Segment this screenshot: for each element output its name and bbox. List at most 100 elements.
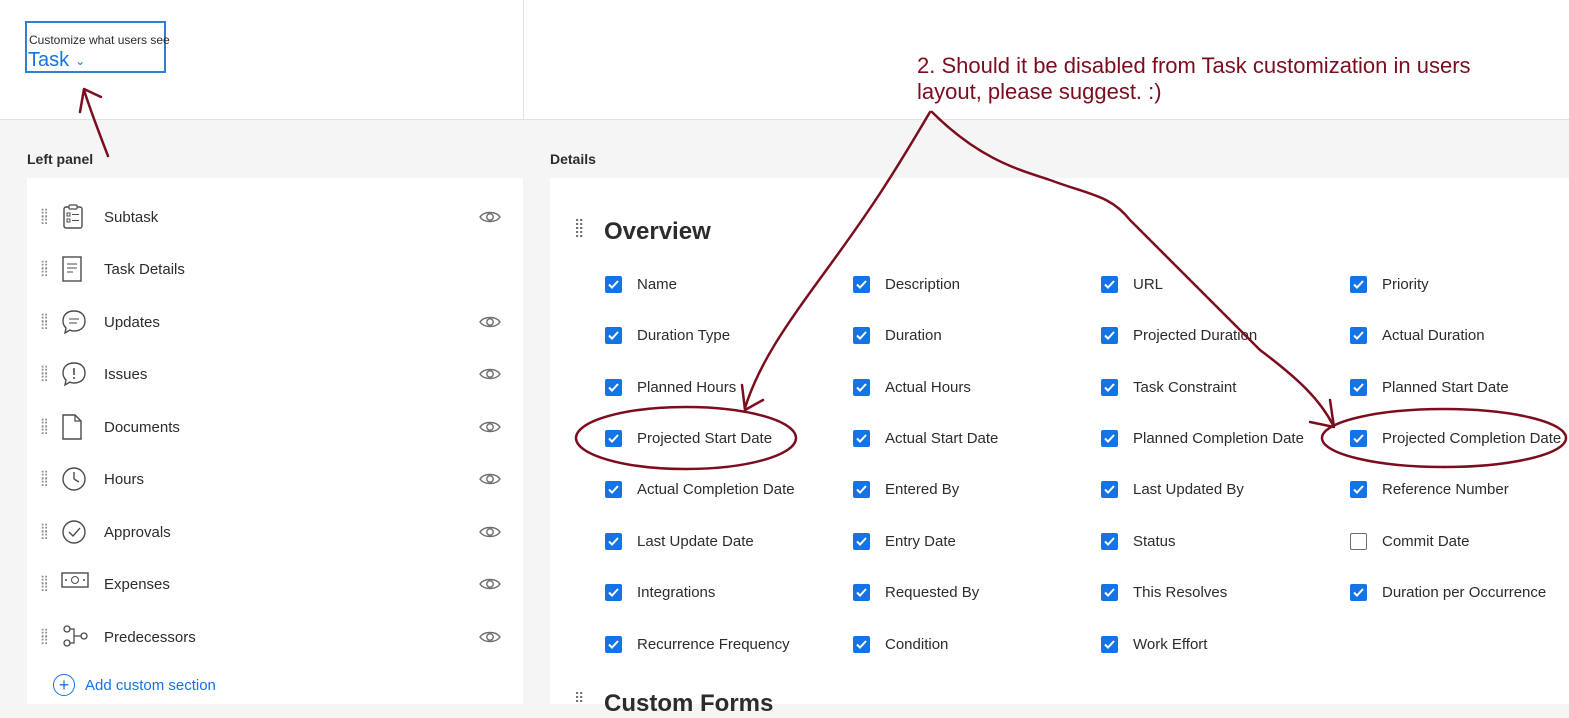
eye-icon[interactable] bbox=[479, 629, 501, 645]
left-panel-item-label: Documents bbox=[104, 419, 180, 436]
checkbox-checked[interactable] bbox=[853, 636, 870, 653]
checkbox-checked[interactable] bbox=[605, 379, 622, 396]
checkbox-checked[interactable] bbox=[853, 379, 870, 396]
eye-icon[interactable] bbox=[479, 209, 501, 225]
add-custom-section-button[interactable]: + Add custom section bbox=[53, 674, 216, 696]
drag-handle-icon[interactable]: ⠿ ⠿ bbox=[40, 575, 49, 594]
details-title: Details bbox=[550, 151, 596, 167]
checkbox-checked[interactable] bbox=[1350, 430, 1367, 447]
left-panel-item[interactable]: ⠿ ⠿ Predecessors bbox=[27, 618, 523, 658]
left-panel-item-label: Expenses bbox=[104, 576, 170, 593]
checkbox-checked[interactable] bbox=[1101, 584, 1118, 601]
checkbox-checked[interactable] bbox=[1101, 533, 1118, 550]
checkbox-checked[interactable] bbox=[1101, 430, 1118, 447]
checkbox-checked[interactable] bbox=[853, 533, 870, 550]
checkbox-checked[interactable] bbox=[1350, 379, 1367, 396]
checkbox-checked[interactable] bbox=[853, 481, 870, 498]
object-dropdown-value: Task bbox=[28, 49, 70, 71]
drag-handle-icon[interactable]: ⠿ bbox=[574, 691, 584, 705]
overview-field: Duration bbox=[853, 327, 942, 344]
overview-field: Planned Start Date bbox=[1350, 379, 1509, 396]
left-panel-item[interactable]: ⠿ ⠿ Approvals bbox=[27, 513, 523, 553]
left-panel-title: Left panel bbox=[27, 151, 94, 167]
field-label: Task Constraint bbox=[1133, 379, 1237, 396]
checkbox-checked[interactable] bbox=[853, 584, 870, 601]
left-panel-item[interactable]: ⠿ ⠿ Issues bbox=[27, 355, 523, 395]
left-panel-item[interactable]: ⠿ ⠿ Subtask bbox=[27, 198, 523, 238]
field-label: Actual Hours bbox=[885, 379, 971, 396]
overview-field: Recurrence Frequency bbox=[605, 636, 790, 653]
checkbox-checked[interactable] bbox=[605, 327, 622, 344]
field-label: Condition bbox=[885, 636, 949, 653]
custom-forms-section-title: Custom Forms bbox=[604, 690, 774, 717]
eye-icon[interactable] bbox=[479, 366, 501, 382]
checkbox-checked[interactable] bbox=[1101, 327, 1118, 344]
drag-handle-icon[interactable]: ⠿ ⠿ bbox=[40, 470, 49, 489]
field-label: Commit Date bbox=[1382, 533, 1470, 550]
checkbox-checked[interactable] bbox=[1101, 481, 1118, 498]
checkbox-checked[interactable] bbox=[605, 481, 622, 498]
field-label: Planned Start Date bbox=[1382, 379, 1509, 396]
overview-field: Integrations bbox=[605, 584, 715, 601]
checkbox-checked[interactable] bbox=[1350, 481, 1367, 498]
overview-field: Projected Duration bbox=[1101, 327, 1257, 344]
left-panel-item-label: Updates bbox=[104, 314, 160, 331]
checkbox-checked[interactable] bbox=[853, 327, 870, 344]
overview-field: Priority bbox=[1350, 276, 1429, 293]
object-dropdown[interactable]: Task ⌄ bbox=[28, 49, 85, 72]
checkbox-checked[interactable] bbox=[605, 584, 622, 601]
field-label: Planned Completion Date bbox=[1133, 430, 1304, 447]
overview-field: Reference Number bbox=[1350, 481, 1509, 498]
left-panel-item[interactable]: ⠿ ⠿ Expenses bbox=[27, 565, 523, 605]
checkbox-checked[interactable] bbox=[1101, 276, 1118, 293]
left-panel-item[interactable]: ⠿ ⠿ Hours bbox=[27, 460, 523, 500]
drag-handle-icon[interactable]: ⠿ ⠿ bbox=[574, 218, 584, 240]
drag-handle-icon[interactable]: ⠿ ⠿ bbox=[40, 523, 49, 542]
left-panel-item[interactable]: ⠿ ⠿ Documents bbox=[27, 408, 523, 448]
chevron-down-icon: ⌄ bbox=[75, 53, 86, 68]
drag-handle-icon[interactable]: ⠿ ⠿ bbox=[40, 365, 49, 384]
checkbox-checked[interactable] bbox=[605, 636, 622, 653]
checkbox-checked[interactable] bbox=[853, 276, 870, 293]
drag-handle-icon[interactable]: ⠿ ⠿ bbox=[40, 208, 49, 227]
eye-icon[interactable] bbox=[479, 419, 501, 435]
overview-field: Task Constraint bbox=[1101, 379, 1236, 396]
field-label: Entered By bbox=[885, 481, 960, 498]
left-panel-item-label: Hours bbox=[104, 471, 145, 488]
checkbox-checked[interactable] bbox=[853, 430, 870, 447]
drag-handle-icon[interactable]: ⠿ ⠿ bbox=[40, 260, 49, 279]
drag-handle-icon[interactable]: ⠿ ⠿ bbox=[40, 418, 49, 437]
eye-icon[interactable] bbox=[479, 471, 501, 487]
left-panel-item-label: Issues bbox=[104, 366, 148, 383]
drag-handle-icon[interactable]: ⠿ ⠿ bbox=[40, 313, 49, 332]
checkbox-checked[interactable] bbox=[1350, 584, 1367, 601]
overview-field: Actual Hours bbox=[853, 379, 971, 396]
checkbox-checked[interactable] bbox=[1350, 327, 1367, 344]
overview-field: Actual Duration bbox=[1350, 327, 1485, 344]
field-label: Description bbox=[885, 276, 961, 293]
checkbox-checked[interactable] bbox=[605, 276, 622, 293]
left-panel-item[interactable]: ⠿ ⠿ Task Details bbox=[27, 250, 523, 290]
customize-object-selector[interactable]: Customize what users see Task ⌄ bbox=[25, 21, 170, 73]
checkbox-checked[interactable] bbox=[605, 430, 622, 447]
customize-label: Customize what users see bbox=[29, 33, 170, 47]
field-label: Last Updated By bbox=[1133, 481, 1244, 498]
left-panel-item-label: Task Details bbox=[104, 261, 185, 278]
overview-field: Entered By bbox=[853, 481, 959, 498]
field-label: Projected Completion Date bbox=[1382, 430, 1562, 447]
field-label: URL bbox=[1133, 276, 1164, 293]
eye-icon[interactable] bbox=[479, 524, 501, 540]
eye-icon[interactable] bbox=[479, 314, 501, 330]
checkbox-checked[interactable] bbox=[605, 533, 622, 550]
checkbox-checked[interactable] bbox=[1350, 276, 1367, 293]
drag-handle-icon[interactable]: ⠿ ⠿ bbox=[40, 628, 49, 647]
checkbox-checked[interactable] bbox=[1101, 636, 1118, 653]
overview-field: Entry Date bbox=[853, 533, 956, 550]
chat-bubble-icon bbox=[61, 309, 89, 337]
overview-field: Planned Hours bbox=[605, 379, 736, 396]
checkbox-unchecked[interactable] bbox=[1350, 533, 1367, 550]
left-panel-item[interactable]: ⠿ ⠿ Updates bbox=[27, 303, 523, 343]
eye-icon[interactable] bbox=[479, 576, 501, 592]
field-label: Actual Start Date bbox=[885, 430, 999, 447]
checkbox-checked[interactable] bbox=[1101, 379, 1118, 396]
